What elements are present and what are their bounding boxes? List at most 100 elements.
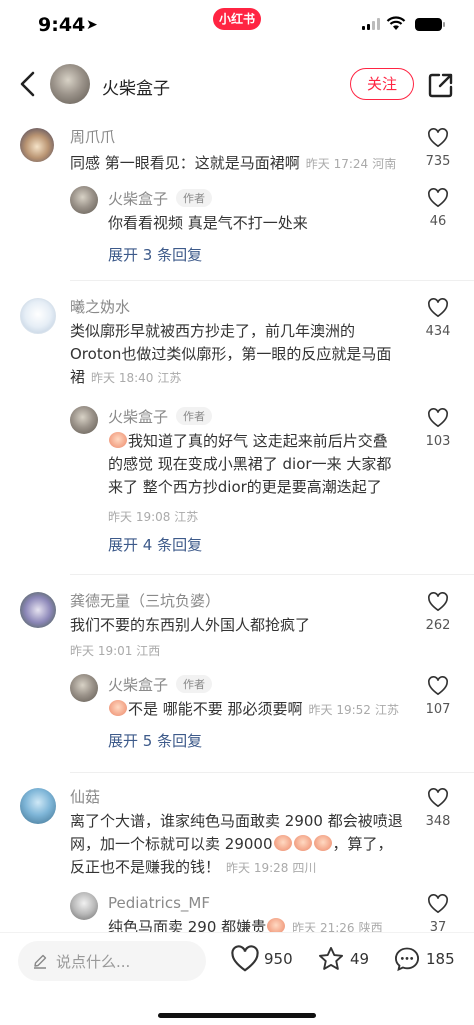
comment-line: 类似廓形早就被西方抄走了，前几年澳洲的 bbox=[70, 322, 356, 340]
reply-text[interactable]: 不是 哪能不要 那必须要啊 昨天 19:52 江苏 bbox=[108, 698, 428, 722]
comment-text[interactable]: 离了个大谱，谁家纯色马面敢卖 2900 都会被喷退 网，加一个标就可以卖 290… bbox=[70, 810, 430, 880]
reply-name[interactable]: 火柴盒子 作者 bbox=[108, 674, 213, 695]
signal-icon bbox=[362, 18, 380, 30]
like-button[interactable]: 348 bbox=[418, 788, 458, 829]
comment-line: 裙 bbox=[70, 368, 86, 386]
expand-replies-button[interactable]: 展开 5 条回复 bbox=[108, 730, 202, 751]
author-tag: 作者 bbox=[176, 189, 213, 207]
emoji-icon bbox=[109, 432, 127, 448]
commenter-avatar[interactable] bbox=[20, 128, 54, 162]
commenter-avatar[interactable] bbox=[20, 592, 56, 628]
reply-text[interactable]: 纯色马面卖 290 都嫌贵 昨天 21:26 陕西 bbox=[108, 916, 428, 932]
emoji-icon bbox=[109, 700, 127, 716]
expand-replies-button[interactable]: 展开 3 条回复 bbox=[108, 244, 202, 265]
like-count: 735 bbox=[425, 154, 451, 169]
home-indicator bbox=[158, 1013, 316, 1018]
reply-name[interactable]: 火柴盒子 作者 bbox=[108, 188, 213, 209]
like-count: 434 bbox=[425, 324, 451, 339]
like-button[interactable]: 735 bbox=[418, 128, 458, 169]
emoji-icon bbox=[293, 835, 312, 851]
emoji-icon bbox=[313, 835, 332, 851]
author-name[interactable]: 火柴盒子 bbox=[102, 74, 170, 99]
battery-icon bbox=[415, 18, 445, 31]
reply-name[interactable]: 火柴盒子 作者 bbox=[108, 406, 213, 427]
like-button[interactable]: 37 bbox=[418, 894, 458, 932]
post-comment-count: 185 bbox=[426, 950, 455, 968]
author-avatar[interactable] bbox=[50, 64, 90, 104]
author-tag: 作者 bbox=[176, 407, 213, 425]
comment-post-button[interactable]: 185 bbox=[392, 945, 458, 977]
like-button[interactable]: 262 bbox=[418, 592, 458, 633]
commenter-name[interactable]: 仙菇 bbox=[70, 786, 100, 807]
comment-time: 昨天 19:28 bbox=[226, 861, 289, 875]
expand-replies-button[interactable]: 展开 4 条回复 bbox=[108, 534, 202, 555]
comment-item: 曦之妫水 类似廓形早就被西方抄走了，前几年澳洲的 Oroton也做过类似廓形，第… bbox=[0, 294, 474, 564]
like-count: 107 bbox=[425, 702, 451, 717]
comment-input-placeholder: 说点什么... bbox=[56, 953, 131, 971]
heart-icon bbox=[428, 788, 448, 808]
like-button[interactable]: 107 bbox=[418, 676, 458, 717]
like-button[interactable]: 434 bbox=[418, 298, 458, 339]
comment-meta: 昨天 19:01 江西 bbox=[70, 644, 161, 658]
comment-item: 仙菇 离了个大谱，谁家纯色马面敢卖 2900 都会被喷退 网，加一个标就可以卖 … bbox=[0, 784, 474, 932]
reply-avatar[interactable] bbox=[70, 892, 98, 920]
share-icon[interactable] bbox=[428, 72, 454, 98]
back-arrow-icon[interactable] bbox=[16, 70, 40, 98]
heart-icon bbox=[428, 408, 448, 428]
page-header: 火柴盒子 关注 bbox=[0, 52, 474, 116]
comment-text[interactable]: 类似廓形早就被西方抄走了，前几年澳洲的 Oroton也做过类似廓形，第一眼的反应… bbox=[70, 320, 420, 390]
reply-time: 昨天 21:26 bbox=[292, 921, 355, 932]
commenter-avatar[interactable] bbox=[20, 298, 56, 334]
reply-text[interactable]: 我知道了真的好气 这走起来前后片交叠 的感觉 现在变成小黑裙了 dior一来 大… bbox=[108, 430, 428, 499]
comment-time: 昨天 18:40 bbox=[91, 371, 154, 385]
heart-icon bbox=[428, 676, 448, 696]
reply-text[interactable]: 你看看视频 真是气不打一处来 bbox=[108, 212, 408, 235]
like-count: 348 bbox=[425, 814, 451, 829]
status-time: 9:44 bbox=[38, 14, 86, 36]
like-count: 37 bbox=[429, 920, 447, 932]
reply-avatar[interactable] bbox=[70, 186, 98, 214]
app-badge: 小红书 bbox=[213, 8, 261, 30]
commenter-name[interactable]: 龚德无量（三坑负婆） bbox=[70, 590, 220, 611]
reply-name[interactable]: Pediatrics_MF bbox=[108, 894, 210, 912]
like-count: 103 bbox=[425, 434, 451, 449]
reply-line: 来了 整个西方抄dior的更是要高潮迭起了 bbox=[108, 478, 382, 496]
comment-bubble-icon bbox=[394, 947, 420, 972]
comment-item: 周爪爪 同感 第一眼看见：这就是马面裙啊 昨天 17:24 河南 735 火柴盒子作… bbox=[0, 124, 474, 284]
location-arrow-icon: ➤ bbox=[86, 17, 98, 33]
favorite-post-button[interactable]: 49 bbox=[316, 945, 372, 977]
comment-line: 反正也不是赚我的钱！ bbox=[70, 858, 221, 876]
commenter-avatar[interactable] bbox=[20, 788, 56, 824]
reply-avatar[interactable] bbox=[70, 406, 98, 434]
reply-time: 昨天 19:52 bbox=[308, 703, 371, 717]
reply-location: 陕西 bbox=[358, 921, 383, 932]
comment-line: 网，加一个标就可以卖 29000 bbox=[70, 835, 273, 853]
like-button[interactable]: 46 bbox=[418, 188, 458, 229]
heart-icon bbox=[428, 894, 448, 914]
divider bbox=[70, 574, 474, 575]
reply-body: 纯色马面卖 290 都嫌贵 bbox=[108, 918, 267, 932]
like-post-button[interactable]: 950 bbox=[230, 945, 296, 977]
status-bar: 9:44 ➤ 小红书 bbox=[0, 0, 474, 48]
heart-icon bbox=[428, 188, 448, 208]
comment-line: Oroton也做过类似廓形，第一眼的反应就是马面 bbox=[70, 345, 392, 363]
heart-icon bbox=[231, 945, 259, 972]
commenter-name[interactable]: 曦之妫水 bbox=[70, 296, 130, 317]
emoji-icon bbox=[273, 835, 292, 851]
comment-line: 离了个大谱，谁家纯色马面敢卖 2900 都会被喷退 bbox=[70, 812, 403, 830]
commenter-name[interactable]: 周爪爪 bbox=[70, 126, 115, 147]
comment-input[interactable]: 说点什么... bbox=[18, 941, 206, 981]
like-count: 46 bbox=[429, 214, 447, 229]
comment-body[interactable]: 我们不要的东西别人外国人都抢疯了 bbox=[70, 614, 415, 637]
like-count: 262 bbox=[425, 618, 451, 633]
reply-avatar[interactable] bbox=[70, 674, 98, 702]
heart-icon bbox=[428, 298, 448, 318]
follow-button[interactable]: 关注 bbox=[350, 68, 414, 100]
comment-text[interactable]: 同感 第一眼看见：这就是马面裙啊 昨天 17:24 河南 bbox=[70, 152, 415, 176]
author-tag: 作者 bbox=[176, 675, 213, 693]
comment-time: 昨天 17:24 bbox=[305, 157, 369, 171]
like-button[interactable]: 103 bbox=[418, 408, 458, 449]
divider bbox=[70, 280, 474, 281]
reply-body: 不是 哪能不要 那必须要啊 bbox=[128, 700, 303, 718]
reply-location: 江苏 bbox=[374, 703, 399, 717]
